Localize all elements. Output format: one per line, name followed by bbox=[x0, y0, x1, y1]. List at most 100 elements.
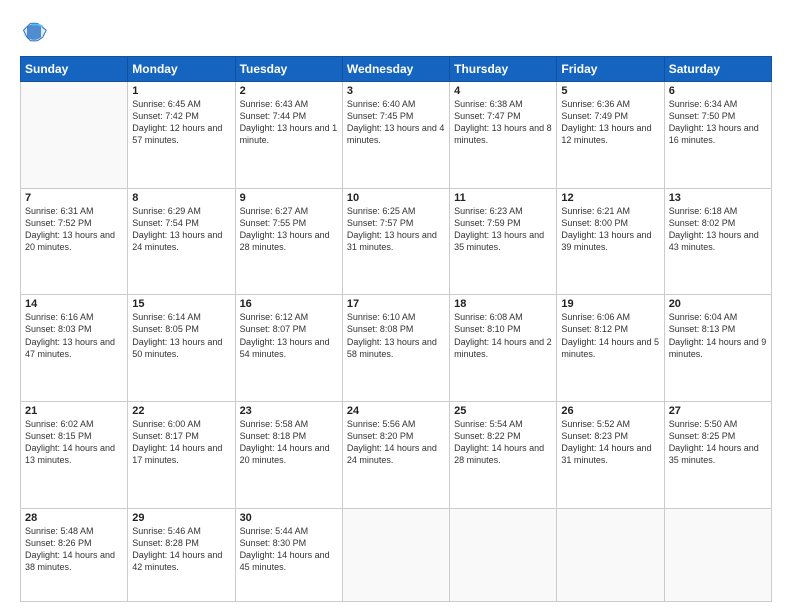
day-number: 1 bbox=[132, 85, 230, 97]
day-number: 5 bbox=[561, 85, 659, 97]
day-number: 29 bbox=[132, 512, 230, 524]
calendar-cell: 20Sunrise: 6:04 AMSunset: 8:13 PMDayligh… bbox=[664, 295, 771, 402]
calendar-cell bbox=[557, 508, 664, 601]
day-info: Sunrise: 6:38 AMSunset: 7:47 PMDaylight:… bbox=[454, 98, 552, 147]
calendar-cell: 29Sunrise: 5:46 AMSunset: 8:28 PMDayligh… bbox=[128, 508, 235, 601]
day-number: 23 bbox=[240, 405, 338, 417]
calendar-cell: 3Sunrise: 6:40 AMSunset: 7:45 PMDaylight… bbox=[342, 82, 449, 189]
calendar-cell: 5Sunrise: 6:36 AMSunset: 7:49 PMDaylight… bbox=[557, 82, 664, 189]
day-info: Sunrise: 6:31 AMSunset: 7:52 PMDaylight:… bbox=[25, 205, 123, 254]
calendar-cell: 25Sunrise: 5:54 AMSunset: 8:22 PMDayligh… bbox=[450, 401, 557, 508]
calendar-cell: 1Sunrise: 6:45 AMSunset: 7:42 PMDaylight… bbox=[128, 82, 235, 189]
calendar-cell: 19Sunrise: 6:06 AMSunset: 8:12 PMDayligh… bbox=[557, 295, 664, 402]
logo bbox=[20, 18, 52, 46]
day-info: Sunrise: 6:43 AMSunset: 7:44 PMDaylight:… bbox=[240, 98, 338, 147]
calendar-cell: 18Sunrise: 6:08 AMSunset: 8:10 PMDayligh… bbox=[450, 295, 557, 402]
calendar-cell: 8Sunrise: 6:29 AMSunset: 7:54 PMDaylight… bbox=[128, 188, 235, 295]
calendar-cell: 7Sunrise: 6:31 AMSunset: 7:52 PMDaylight… bbox=[21, 188, 128, 295]
day-info: Sunrise: 6:36 AMSunset: 7:49 PMDaylight:… bbox=[561, 98, 659, 147]
calendar-cell: 26Sunrise: 5:52 AMSunset: 8:23 PMDayligh… bbox=[557, 401, 664, 508]
header bbox=[20, 18, 772, 46]
weekday-header: Saturday bbox=[664, 57, 771, 82]
day-info: Sunrise: 5:44 AMSunset: 8:30 PMDaylight:… bbox=[240, 525, 338, 574]
calendar-cell: 21Sunrise: 6:02 AMSunset: 8:15 PMDayligh… bbox=[21, 401, 128, 508]
day-info: Sunrise: 6:12 AMSunset: 8:07 PMDaylight:… bbox=[240, 311, 338, 360]
logo-icon bbox=[20, 18, 48, 46]
calendar-cell: 10Sunrise: 6:25 AMSunset: 7:57 PMDayligh… bbox=[342, 188, 449, 295]
calendar-cell: 13Sunrise: 6:18 AMSunset: 8:02 PMDayligh… bbox=[664, 188, 771, 295]
day-number: 2 bbox=[240, 85, 338, 97]
day-number: 14 bbox=[25, 298, 123, 310]
calendar-cell: 23Sunrise: 5:58 AMSunset: 8:18 PMDayligh… bbox=[235, 401, 342, 508]
day-info: Sunrise: 6:21 AMSunset: 8:00 PMDaylight:… bbox=[561, 205, 659, 254]
calendar-cell: 2Sunrise: 6:43 AMSunset: 7:44 PMDaylight… bbox=[235, 82, 342, 189]
day-number: 4 bbox=[454, 85, 552, 97]
calendar-week-row: 21Sunrise: 6:02 AMSunset: 8:15 PMDayligh… bbox=[21, 401, 772, 508]
day-info: Sunrise: 5:56 AMSunset: 8:20 PMDaylight:… bbox=[347, 418, 445, 467]
day-info: Sunrise: 6:23 AMSunset: 7:59 PMDaylight:… bbox=[454, 205, 552, 254]
calendar-cell: 27Sunrise: 5:50 AMSunset: 8:25 PMDayligh… bbox=[664, 401, 771, 508]
day-info: Sunrise: 6:02 AMSunset: 8:15 PMDaylight:… bbox=[25, 418, 123, 467]
calendar-cell: 4Sunrise: 6:38 AMSunset: 7:47 PMDaylight… bbox=[450, 82, 557, 189]
day-info: Sunrise: 6:08 AMSunset: 8:10 PMDaylight:… bbox=[454, 311, 552, 360]
day-number: 3 bbox=[347, 85, 445, 97]
day-number: 25 bbox=[454, 405, 552, 417]
weekday-header: Tuesday bbox=[235, 57, 342, 82]
day-number: 16 bbox=[240, 298, 338, 310]
calendar-cell bbox=[21, 82, 128, 189]
page: SundayMondayTuesdayWednesdayThursdayFrid… bbox=[0, 0, 792, 612]
calendar-cell: 30Sunrise: 5:44 AMSunset: 8:30 PMDayligh… bbox=[235, 508, 342, 601]
day-info: Sunrise: 6:06 AMSunset: 8:12 PMDaylight:… bbox=[561, 311, 659, 360]
calendar-cell bbox=[664, 508, 771, 601]
day-number: 13 bbox=[669, 192, 767, 204]
day-info: Sunrise: 5:48 AMSunset: 8:26 PMDaylight:… bbox=[25, 525, 123, 574]
calendar-cell: 22Sunrise: 6:00 AMSunset: 8:17 PMDayligh… bbox=[128, 401, 235, 508]
calendar-header-row: SundayMondayTuesdayWednesdayThursdayFrid… bbox=[21, 57, 772, 82]
day-info: Sunrise: 6:16 AMSunset: 8:03 PMDaylight:… bbox=[25, 311, 123, 360]
calendar-week-row: 1Sunrise: 6:45 AMSunset: 7:42 PMDaylight… bbox=[21, 82, 772, 189]
day-number: 30 bbox=[240, 512, 338, 524]
day-info: Sunrise: 6:00 AMSunset: 8:17 PMDaylight:… bbox=[132, 418, 230, 467]
calendar-cell bbox=[342, 508, 449, 601]
day-info: Sunrise: 6:45 AMSunset: 7:42 PMDaylight:… bbox=[132, 98, 230, 147]
day-number: 24 bbox=[347, 405, 445, 417]
day-info: Sunrise: 6:18 AMSunset: 8:02 PMDaylight:… bbox=[669, 205, 767, 254]
day-info: Sunrise: 5:54 AMSunset: 8:22 PMDaylight:… bbox=[454, 418, 552, 467]
day-info: Sunrise: 5:50 AMSunset: 8:25 PMDaylight:… bbox=[669, 418, 767, 467]
calendar-cell: 9Sunrise: 6:27 AMSunset: 7:55 PMDaylight… bbox=[235, 188, 342, 295]
day-number: 7 bbox=[25, 192, 123, 204]
day-info: Sunrise: 6:25 AMSunset: 7:57 PMDaylight:… bbox=[347, 205, 445, 254]
day-number: 21 bbox=[25, 405, 123, 417]
calendar-cell: 15Sunrise: 6:14 AMSunset: 8:05 PMDayligh… bbox=[128, 295, 235, 402]
calendar-cell: 11Sunrise: 6:23 AMSunset: 7:59 PMDayligh… bbox=[450, 188, 557, 295]
weekday-header: Friday bbox=[557, 57, 664, 82]
day-number: 6 bbox=[669, 85, 767, 97]
day-number: 9 bbox=[240, 192, 338, 204]
day-info: Sunrise: 6:04 AMSunset: 8:13 PMDaylight:… bbox=[669, 311, 767, 360]
day-info: Sunrise: 5:58 AMSunset: 8:18 PMDaylight:… bbox=[240, 418, 338, 467]
day-info: Sunrise: 6:14 AMSunset: 8:05 PMDaylight:… bbox=[132, 311, 230, 360]
day-number: 19 bbox=[561, 298, 659, 310]
day-info: Sunrise: 6:29 AMSunset: 7:54 PMDaylight:… bbox=[132, 205, 230, 254]
day-number: 18 bbox=[454, 298, 552, 310]
day-info: Sunrise: 6:40 AMSunset: 7:45 PMDaylight:… bbox=[347, 98, 445, 147]
calendar-week-row: 14Sunrise: 6:16 AMSunset: 8:03 PMDayligh… bbox=[21, 295, 772, 402]
calendar-cell: 17Sunrise: 6:10 AMSunset: 8:08 PMDayligh… bbox=[342, 295, 449, 402]
day-info: Sunrise: 5:52 AMSunset: 8:23 PMDaylight:… bbox=[561, 418, 659, 467]
day-info: Sunrise: 6:27 AMSunset: 7:55 PMDaylight:… bbox=[240, 205, 338, 254]
weekday-header: Wednesday bbox=[342, 57, 449, 82]
day-number: 15 bbox=[132, 298, 230, 310]
calendar-cell: 24Sunrise: 5:56 AMSunset: 8:20 PMDayligh… bbox=[342, 401, 449, 508]
day-number: 20 bbox=[669, 298, 767, 310]
calendar-table: SundayMondayTuesdayWednesdayThursdayFrid… bbox=[20, 56, 772, 602]
day-number: 11 bbox=[454, 192, 552, 204]
calendar-cell: 12Sunrise: 6:21 AMSunset: 8:00 PMDayligh… bbox=[557, 188, 664, 295]
weekday-header: Sunday bbox=[21, 57, 128, 82]
calendar-week-row: 28Sunrise: 5:48 AMSunset: 8:26 PMDayligh… bbox=[21, 508, 772, 601]
calendar-cell bbox=[450, 508, 557, 601]
day-info: Sunrise: 5:46 AMSunset: 8:28 PMDaylight:… bbox=[132, 525, 230, 574]
weekday-header: Thursday bbox=[450, 57, 557, 82]
calendar-cell: 14Sunrise: 6:16 AMSunset: 8:03 PMDayligh… bbox=[21, 295, 128, 402]
day-info: Sunrise: 6:10 AMSunset: 8:08 PMDaylight:… bbox=[347, 311, 445, 360]
day-number: 27 bbox=[669, 405, 767, 417]
